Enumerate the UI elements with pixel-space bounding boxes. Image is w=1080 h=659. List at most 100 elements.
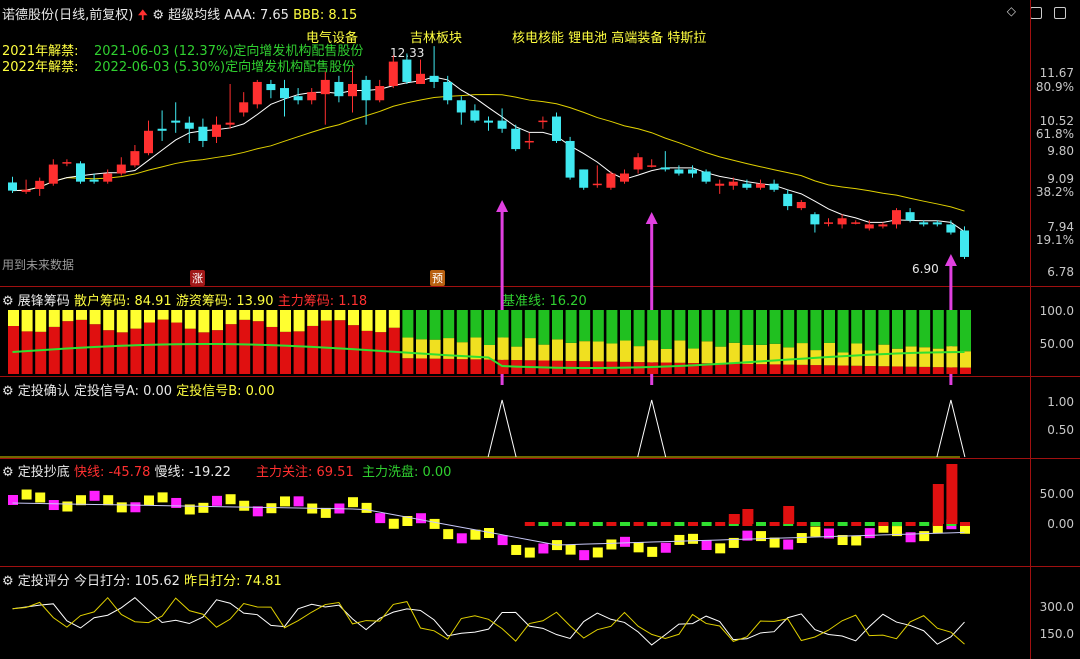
wash-mark bbox=[688, 522, 698, 526]
candle-body bbox=[443, 81, 453, 101]
buy-arrow-head bbox=[645, 212, 658, 224]
chip-bar bbox=[647, 362, 659, 374]
candle-body bbox=[416, 73, 425, 84]
candle-body bbox=[783, 193, 793, 207]
candle-body bbox=[715, 183, 725, 186]
ma5-line bbox=[12, 76, 965, 233]
bottom-mark bbox=[538, 543, 549, 554]
candle-body bbox=[552, 116, 561, 141]
chip-bar bbox=[130, 310, 142, 329]
chip-bar bbox=[633, 346, 645, 363]
candle-body bbox=[130, 151, 140, 166]
chip-bar bbox=[443, 358, 455, 374]
bottom-mark bbox=[280, 496, 290, 507]
chip-bar bbox=[552, 339, 563, 361]
chip-bar bbox=[76, 310, 87, 320]
chip-bar bbox=[796, 364, 808, 374]
bottom-mark bbox=[511, 544, 522, 555]
bottom-mark bbox=[647, 546, 658, 557]
wash-mark bbox=[620, 522, 630, 526]
chip-bar bbox=[484, 359, 495, 374]
chip-bar bbox=[416, 310, 427, 340]
chip-bar bbox=[715, 363, 727, 374]
bottom-mark bbox=[348, 497, 358, 508]
chip-bar bbox=[538, 344, 550, 361]
bottom-mark bbox=[633, 542, 644, 553]
bottom-mark bbox=[62, 501, 73, 512]
chip-bar bbox=[157, 319, 169, 374]
candle-body bbox=[742, 183, 752, 188]
candle-body bbox=[674, 169, 684, 174]
chip-bar bbox=[456, 359, 468, 374]
focus-bar bbox=[742, 509, 754, 524]
candle-body bbox=[388, 61, 398, 87]
candle-body bbox=[606, 173, 616, 188]
candle-body bbox=[837, 218, 847, 225]
wash-mark bbox=[905, 522, 916, 526]
candle-body bbox=[429, 75, 439, 82]
chip-bar bbox=[402, 310, 414, 338]
wash-mark bbox=[579, 522, 590, 526]
chip-bar bbox=[565, 342, 577, 361]
chip-bar bbox=[171, 322, 183, 374]
chip-bar bbox=[361, 330, 373, 374]
chip-bar bbox=[878, 366, 890, 374]
focus-bar bbox=[783, 506, 795, 524]
chip-bar bbox=[280, 310, 291, 332]
chip-bar bbox=[103, 310, 115, 331]
candle-body bbox=[198, 126, 208, 141]
chip-bar bbox=[701, 310, 713, 342]
chip-bar bbox=[810, 310, 822, 351]
chip-bar bbox=[375, 332, 387, 374]
focus-bar bbox=[946, 464, 958, 524]
candle-body bbox=[184, 122, 194, 129]
chip-bar bbox=[783, 310, 795, 348]
candle-body bbox=[484, 120, 493, 123]
candle-body bbox=[116, 164, 126, 174]
chip-bar bbox=[62, 310, 74, 322]
chip-bar bbox=[660, 362, 672, 374]
bottom-mark bbox=[429, 518, 440, 529]
candle-body bbox=[756, 183, 765, 188]
wash-mark bbox=[756, 522, 766, 526]
chip-bar bbox=[851, 365, 863, 374]
chip-bar bbox=[932, 367, 944, 374]
wash-mark bbox=[538, 522, 549, 526]
chip-bar bbox=[892, 310, 903, 349]
bottom-mark bbox=[470, 529, 481, 540]
candle-body bbox=[932, 222, 942, 225]
candle-body bbox=[511, 128, 521, 150]
chip-bar bbox=[919, 310, 931, 348]
bottom-mark bbox=[130, 502, 141, 513]
chip-bar bbox=[388, 310, 400, 328]
chip-bar bbox=[497, 310, 509, 338]
bottom-mark bbox=[239, 500, 250, 511]
chip-bar bbox=[728, 342, 740, 364]
bottom-mark bbox=[864, 528, 875, 539]
chip-bar bbox=[293, 331, 305, 374]
bottom-mark bbox=[198, 502, 209, 513]
bottom-mark bbox=[48, 500, 59, 511]
chip-bar bbox=[728, 363, 740, 374]
chip-bar bbox=[184, 310, 196, 329]
chip-bar bbox=[960, 310, 971, 352]
candle-body bbox=[633, 157, 643, 170]
chip-bar bbox=[116, 332, 128, 374]
chip-bar bbox=[851, 310, 863, 344]
candle-body bbox=[728, 181, 738, 186]
chip-bar bbox=[116, 310, 128, 333]
wash-mark bbox=[647, 522, 658, 526]
chip-bar bbox=[307, 325, 319, 374]
chip-bar bbox=[688, 348, 699, 364]
chip-bar bbox=[674, 310, 686, 341]
bottom-mark bbox=[320, 507, 331, 518]
chip-bar bbox=[674, 362, 686, 374]
chip-bar bbox=[756, 364, 767, 374]
bottom-mark bbox=[361, 502, 372, 513]
chip-bar bbox=[606, 343, 618, 362]
chip-bar bbox=[470, 359, 482, 374]
chip-bar bbox=[796, 310, 808, 344]
chart-canvas[interactable] bbox=[0, 0, 1080, 659]
chip-bar bbox=[429, 310, 441, 340]
candle-body bbox=[878, 224, 888, 227]
